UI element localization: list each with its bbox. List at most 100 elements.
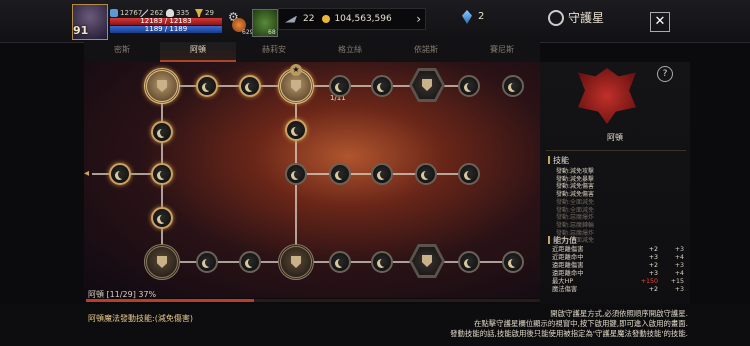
mp-bar: 1189 / 1189 (110, 26, 222, 33)
skill-item: 發動:惡魔轉輪 (556, 221, 595, 229)
stat-value: +3 (648, 270, 658, 277)
attack-stat: 262 (140, 9, 163, 17)
node[interactable] (371, 251, 393, 273)
node[interactable] (196, 251, 218, 273)
hint-text: 開啟守護星方式,必須依照順序開啟守護星. 在點擊守護星欄位顯示的視窗中,按下啟用… (450, 309, 688, 338)
stat-name: 魔法傷害 (552, 286, 578, 293)
node[interactable] (415, 163, 437, 185)
stat-name: 遠距離傷害 (552, 262, 584, 269)
node[interactable] (285, 119, 307, 141)
tab-bar: 密斯 阿頓 赫莉安 格立絲 依諾斯 賽尼斯 (84, 42, 540, 63)
stat-value: +150 (640, 278, 658, 285)
stat-row: 遠距離傷害 +2 +3 (552, 262, 684, 270)
moon-icon (467, 170, 476, 179)
moon-icon (338, 82, 347, 91)
node[interactable] (329, 163, 351, 185)
stat-name: 近距離命中 (552, 254, 584, 261)
hp-bar: 12183 / 12183 (110, 18, 222, 25)
stat-value: +4 (674, 270, 684, 277)
node[interactable] (239, 75, 261, 97)
node-start[interactable] (144, 68, 180, 104)
stat-row: 最大HP +150 +15 (552, 278, 684, 286)
stat-value: +2 (648, 246, 658, 253)
node[interactable] (196, 75, 218, 97)
tab-6[interactable]: 賽尼斯 (464, 42, 540, 62)
shield-icon (422, 255, 432, 267)
tab-4[interactable]: 格立絲 (312, 42, 388, 62)
stat-value: +2 (648, 262, 658, 269)
tab-5[interactable]: 依諾斯 (388, 42, 464, 62)
stat-name: 近距離傷害 (552, 246, 584, 253)
helmet-icon (110, 9, 118, 17)
node[interactable] (458, 251, 480, 273)
node-large[interactable] (278, 244, 314, 280)
trophy-stat: 29 (195, 9, 214, 17)
node[interactable] (371, 75, 393, 97)
moon-icon (380, 82, 389, 91)
node-large[interactable] (144, 244, 180, 280)
shield-icon (291, 256, 301, 268)
skill-item: 發動:惡魔爆炸 (556, 214, 595, 222)
node[interactable] (371, 163, 393, 185)
skill-item: 發動:減免傷害 (556, 183, 595, 191)
gem-count: 2 (478, 11, 485, 22)
tab-2[interactable]: 阿頓 (160, 42, 236, 62)
node[interactable] (151, 207, 173, 229)
gold-amount: 104,563,596 (334, 14, 392, 24)
scroll-left-icon[interactable]: ◂ (84, 168, 89, 179)
node[interactable] (151, 121, 173, 143)
node[interactable] (329, 251, 351, 273)
moon-icon (380, 170, 389, 179)
skull-stat: 335 (166, 9, 189, 17)
stat-value: +4 (674, 254, 684, 261)
moon-icon (511, 258, 520, 267)
node[interactable] (502, 251, 524, 273)
node[interactable] (285, 163, 307, 185)
tab-3[interactable]: 赫莉安 (236, 42, 312, 62)
divider (546, 150, 686, 151)
stats-list: 近距離傷害 +2 +3 近距離命中 +3 +4 遠距離傷害 +2 +3 遠距離命中 +3 +4 最大HP… (552, 246, 684, 294)
stat-row: 近距離命中 +3 +4 (552, 254, 684, 262)
shield-icon (157, 256, 167, 268)
moon-icon (338, 170, 347, 179)
skull-icon (166, 9, 174, 17)
node[interactable] (151, 163, 173, 185)
magic-skill-link[interactable]: 阿頓魔法發動技能:(減免傷害) (88, 313, 193, 324)
moon-icon (205, 258, 214, 267)
stat-value: +3 (674, 262, 684, 269)
sword-icon (140, 9, 148, 17)
moon-icon (511, 82, 520, 91)
skills-title: 技能 (548, 155, 569, 166)
guardian-star-icon (548, 10, 564, 26)
node[interactable] (458, 75, 480, 97)
moon-icon (380, 258, 389, 267)
node[interactable] (239, 251, 261, 273)
shield-icon (291, 80, 301, 92)
node[interactable] (109, 163, 131, 185)
emblem-name: 阿頓 (607, 133, 623, 142)
moon-icon (160, 128, 169, 137)
progress-fill (86, 299, 254, 302)
stat-value: +3 (674, 246, 684, 253)
stat-value: +2 (648, 286, 658, 293)
stat-row: 魔法傷害 +2 +3 (552, 286, 684, 294)
close-button[interactable]: ✕ (650, 12, 670, 32)
tab-1[interactable]: 密斯 (84, 42, 160, 62)
skill-item: 發動:減免傷害 (556, 191, 595, 199)
help-button[interactable]: ? (657, 66, 673, 82)
moon-icon (118, 170, 127, 179)
stat-row: 遠距離命中 +3 +4 (552, 270, 684, 278)
leaf-count: 68 (268, 29, 276, 36)
stat-value: +3 (648, 254, 658, 261)
stat-value: +3 (674, 286, 684, 293)
moon-icon (467, 258, 476, 267)
stat-row: 近距離傷害 +2 +3 (552, 246, 684, 254)
currency-bar: 22 104,563,596 › (278, 8, 426, 30)
node[interactable] (458, 163, 480, 185)
stat-value: +15 (670, 278, 684, 285)
node[interactable] (502, 75, 524, 97)
chevron-right-icon[interactable]: › (416, 12, 421, 26)
node[interactable] (329, 75, 351, 97)
moon-icon (205, 82, 214, 91)
page-title: 守護星 (568, 11, 605, 25)
